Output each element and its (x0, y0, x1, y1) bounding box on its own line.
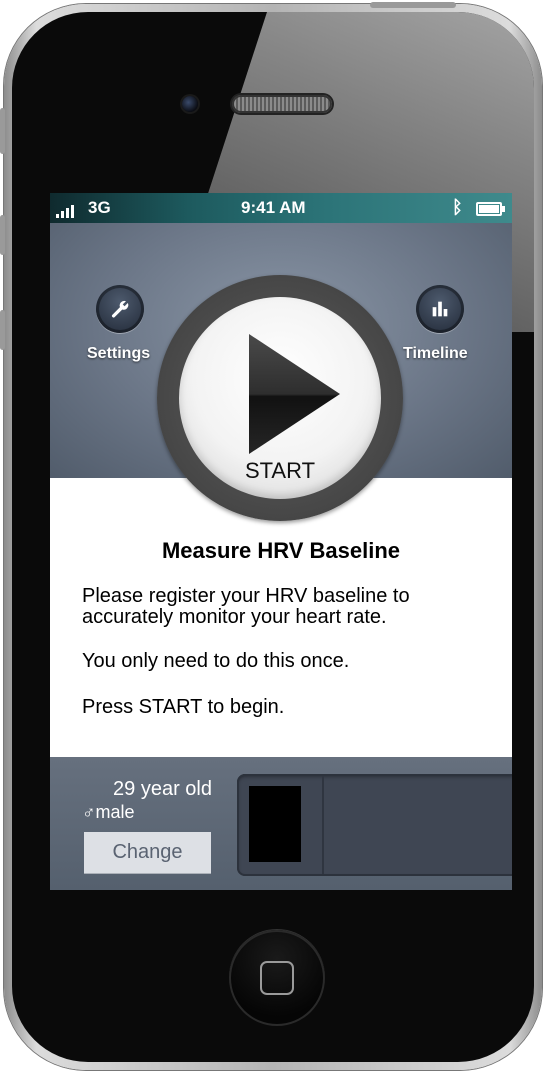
start-label: START (244, 458, 316, 483)
mute-switch (0, 108, 5, 154)
age-label: 29 year old (113, 778, 212, 800)
profile-bar: 29 year old ♂male Change (50, 757, 512, 890)
volume-down-button (0, 310, 5, 350)
start-hint-text: Press START to begin. (82, 696, 285, 718)
bar-chart-icon (432, 301, 448, 317)
settings-button[interactable] (96, 285, 144, 333)
signal-strength-icon (56, 205, 74, 218)
instructions-text: Please register your HRV baseline to acc… (82, 585, 410, 628)
wrench-icon (111, 300, 129, 318)
gender-text: male (95, 802, 135, 822)
power-button (370, 2, 456, 8)
strip-divider (322, 776, 324, 874)
change-profile-button[interactable]: Change (84, 832, 211, 873)
front-camera (182, 96, 198, 112)
settings-label[interactable]: Settings (87, 345, 150, 363)
earpiece-speaker (232, 95, 332, 113)
bluetooth-icon: ᛒ (452, 197, 463, 217)
app-screen: 3G 9:41 AM ᛒ Settings Timeline Measure H… (50, 193, 512, 890)
male-symbol-icon: ♂ (82, 802, 96, 822)
once-note-text: You only need to do this once. (82, 650, 350, 672)
status-time: 9:41 AM (241, 198, 306, 217)
measurement-strip[interactable] (237, 774, 512, 876)
gender-label: ♂male (82, 802, 135, 823)
page-title: Measure HRV Baseline (161, 538, 401, 563)
battery-icon (476, 202, 505, 216)
carrier-label: 3G (88, 198, 111, 217)
strip-preview-box (249, 786, 301, 862)
status-bar: 3G 9:41 AM ᛒ (50, 193, 512, 223)
timeline-button[interactable] (416, 285, 464, 333)
start-button-face[interactable]: START (179, 297, 381, 499)
home-button[interactable] (229, 930, 325, 1026)
timeline-label[interactable]: Timeline (403, 345, 468, 363)
home-square-icon (260, 961, 294, 995)
volume-up-button (0, 215, 5, 255)
start-button[interactable]: START (157, 275, 403, 521)
